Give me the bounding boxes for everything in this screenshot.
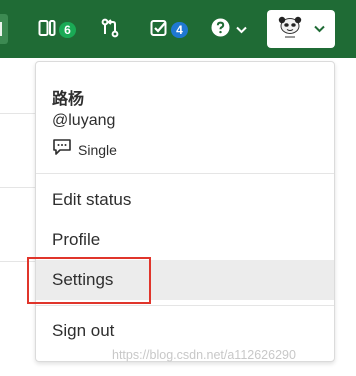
- todos-button[interactable]: 4: [150, 15, 188, 45]
- git-compare-button[interactable]: [101, 15, 119, 45]
- edit-status-label: Edit status: [52, 190, 132, 209]
- user-status-text: Single: [78, 141, 117, 158]
- merge-requests-count-badge: 6: [59, 22, 76, 38]
- top-navbar: 6 4: [0, 0, 356, 58]
- todo-check-icon: [150, 19, 168, 42]
- todos-count-badge: 4: [171, 22, 188, 38]
- merge-request-icon: [38, 19, 56, 42]
- avatar: [276, 15, 304, 43]
- user-dropdown-menu: 路杨 @luyang Single Edit status Profile Se…: [35, 61, 335, 362]
- edit-status-menu-item[interactable]: Edit status: [36, 180, 334, 220]
- help-icon: [211, 18, 230, 42]
- user-status[interactable]: Single: [52, 138, 117, 161]
- chevron-down-icon: [236, 21, 247, 39]
- user-menu-button[interactable]: [267, 10, 335, 48]
- sign-out-menu-item[interactable]: Sign out: [36, 311, 334, 351]
- watermark: https://blog.csdn.net/a112626290: [112, 348, 296, 362]
- settings-label: Settings: [52, 270, 114, 289]
- git-compare-icon: [101, 18, 119, 43]
- user-display-name: 路杨: [52, 91, 85, 108]
- background-divider: [0, 113, 36, 114]
- sign-out-label: Sign out: [52, 321, 115, 340]
- profile-label: Profile: [52, 230, 101, 249]
- settings-menu-item[interactable]: Settings: [36, 260, 334, 300]
- background-divider: [0, 261, 36, 262]
- menu-divider: [36, 305, 334, 306]
- help-dropdown-button[interactable]: [211, 15, 247, 45]
- search-icon: [0, 22, 5, 36]
- profile-menu-item[interactable]: Profile: [36, 220, 334, 260]
- speech-bubble-icon: [52, 138, 72, 161]
- user-username: @luyang: [52, 112, 116, 129]
- merge-requests-button[interactable]: 6: [38, 15, 76, 45]
- background-divider: [0, 187, 36, 188]
- chevron-down-icon: [314, 20, 325, 38]
- menu-divider: [36, 173, 334, 174]
